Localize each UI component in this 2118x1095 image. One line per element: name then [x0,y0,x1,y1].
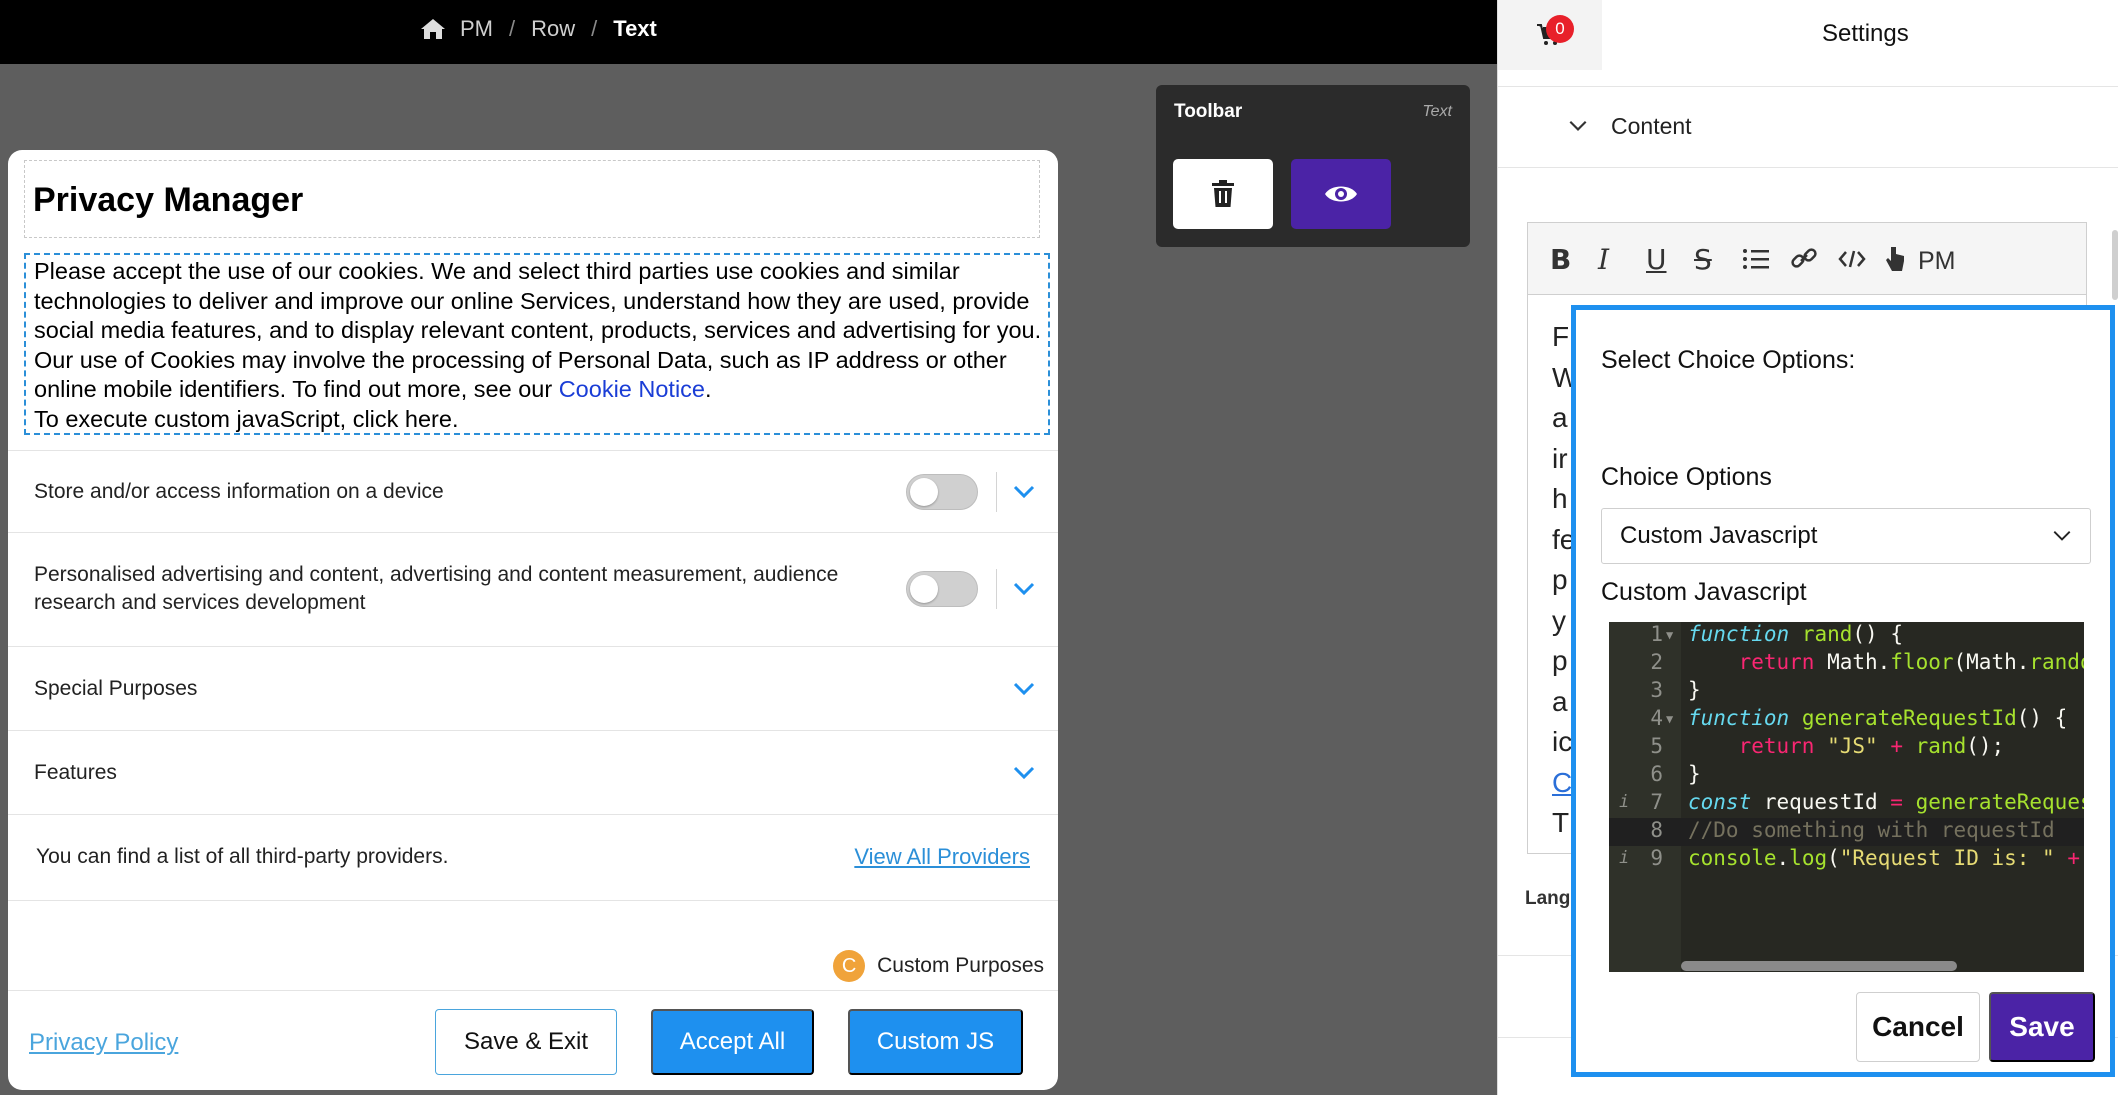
breadcrumb-separator: / [591,16,598,41]
cancel-button[interactable]: Cancel [1856,992,1980,1062]
cookie-notice-link[interactable]: Cookie Notice [559,376,705,402]
purpose-row[interactable]: Store and/or access information on a dev… [8,450,1058,532]
purpose-label: Personalised advertising and content, ad… [34,563,839,614]
pointer-icon[interactable] [1884,245,1906,273]
view-all-providers-link[interactable]: View All Providers [854,844,1030,870]
underline-icon[interactable]: U [1646,243,1667,276]
modal-footer: Privacy Policy Save & Exit Accept All Cu… [8,990,1058,1090]
settings-title: Settings [1822,20,1909,47]
breadcrumb-item-pm[interactable]: PM [460,16,493,42]
code-line: 3} [1650,678,1701,702]
breadcrumb-current: Text [613,16,657,41]
trash-icon [1212,180,1234,207]
purpose-label: Store and/or access information on a dev… [34,480,444,503]
code-line: 2 return Math.floor(Math.rando [1650,650,2084,674]
accept-all-button[interactable]: Accept All [651,1009,814,1075]
chevron-down-icon[interactable] [1013,582,1035,596]
chevron-down-icon [1569,120,1587,131]
toolbar-title: Toolbar [1174,101,1243,122]
content-section-header[interactable]: Content [1498,86,2118,168]
modal-title: Privacy Manager [33,181,304,219]
choice-options-value: Custom Javascript [1620,522,1818,549]
purpose-toggle[interactable] [906,571,978,607]
custom-purposes-badge: C [833,950,866,982]
content-section-label: Content [1611,113,1692,139]
section-label: Special Purposes [34,677,198,700]
description-text: Please accept the use of our cookies. We… [34,258,1042,402]
choice-options-popup: Select Choice Options: Choice Options Cu… [1571,305,2115,1077]
code-line: 6} [1650,762,1701,786]
list-icon[interactable] [1742,247,1770,271]
features-row[interactable]: Features [8,730,1058,814]
strikethrough-icon[interactable]: S [1694,243,1712,276]
code-line-active: 8//Do something with requestId [1609,818,2084,846]
description-period: . [705,376,712,402]
code-line: 4 ▼ function generateRequestId() { [1650,706,2068,730]
code-editor[interactable]: 1 ▼ function rand() { 2 return Math.floor(… [1609,622,2084,972]
code-line: i 7 const requestId = generateReques [1619,790,2084,814]
breadcrumb: PM / Row / Text [420,16,657,42]
editor-toolbar: B I U S PM [1528,223,2086,295]
bold-icon[interactable]: B [1550,243,1571,276]
language-label: Lang [1525,888,1571,909]
choice-options-label: Choice Options [1601,463,1772,491]
title-block[interactable]: Privacy Manager [24,160,1040,238]
chevron-down-icon [2053,531,2071,541]
choice-options-select[interactable]: Custom Javascript [1601,508,2091,564]
breadcrumb-item-row[interactable]: Row [531,16,575,42]
code-horizontal-scrollbar[interactable] [1681,961,1957,971]
section-label: Features [34,761,117,784]
popup-title: Select Choice Options: [1601,346,1856,374]
providers-text: You can find a list of all third-party p… [36,845,449,868]
cart-tab[interactable]: 0 [1498,0,1602,70]
panel-scrollbar[interactable] [2112,230,2118,300]
providers-row: You can find a list of all third-party p… [8,814,1058,900]
cart-count-badge: 0 [1546,15,1574,43]
element-toolbar: Toolbar Text [1156,85,1470,247]
description-text-block[interactable]: Please accept the use of our cookies. We… [24,253,1050,435]
link-icon[interactable] [1790,247,1818,271]
code-line: i 9 console.log("Request ID is: " + [1619,846,2081,870]
toolbar-element-type: Text [1422,103,1452,120]
delete-button[interactable] [1173,159,1273,229]
privacy-manager-modal: Privacy Manager Please accept the use of… [8,150,1058,1090]
privacy-policy-link[interactable]: Privacy Policy [29,1029,178,1057]
pm-placeholder-button[interactable]: PM [1918,247,1956,276]
custom-js-button[interactable]: Custom JS [848,1009,1023,1075]
home-icon[interactable] [420,18,446,40]
chevron-down-icon[interactable] [1013,682,1035,696]
purpose-toggle[interactable] [906,474,978,510]
divider [996,472,997,512]
divider [996,569,997,609]
save-button[interactable]: Save [1989,992,2095,1062]
code-line: 5 return "JS" + rand(); [1650,734,2005,758]
save-exit-button[interactable]: Save & Exit [435,1009,617,1075]
eye-icon [1325,186,1357,202]
chevron-down-icon[interactable] [1013,766,1035,780]
custom-purposes[interactable]: C Custom Purposes [833,950,1044,982]
custom-purposes-label: Custom Purposes [877,954,1044,977]
purpose-row[interactable]: Personalised advertising and content, ad… [8,532,1058,646]
custom-js-text: To execute custom javaScript, click here… [34,405,459,432]
code-icon[interactable] [1838,249,1866,269]
preview-button[interactable] [1291,159,1391,229]
chevron-down-icon[interactable] [1013,485,1035,499]
code-line: 1 ▼ function rand() { [1650,622,1903,646]
breadcrumb-separator: / [509,16,516,41]
italic-icon[interactable]: I [1598,243,1609,276]
special-purposes-row[interactable]: Special Purposes [8,646,1058,730]
custom-javascript-label: Custom Javascript [1601,578,1807,606]
top-bar: PM / Row / Text [0,0,1497,64]
